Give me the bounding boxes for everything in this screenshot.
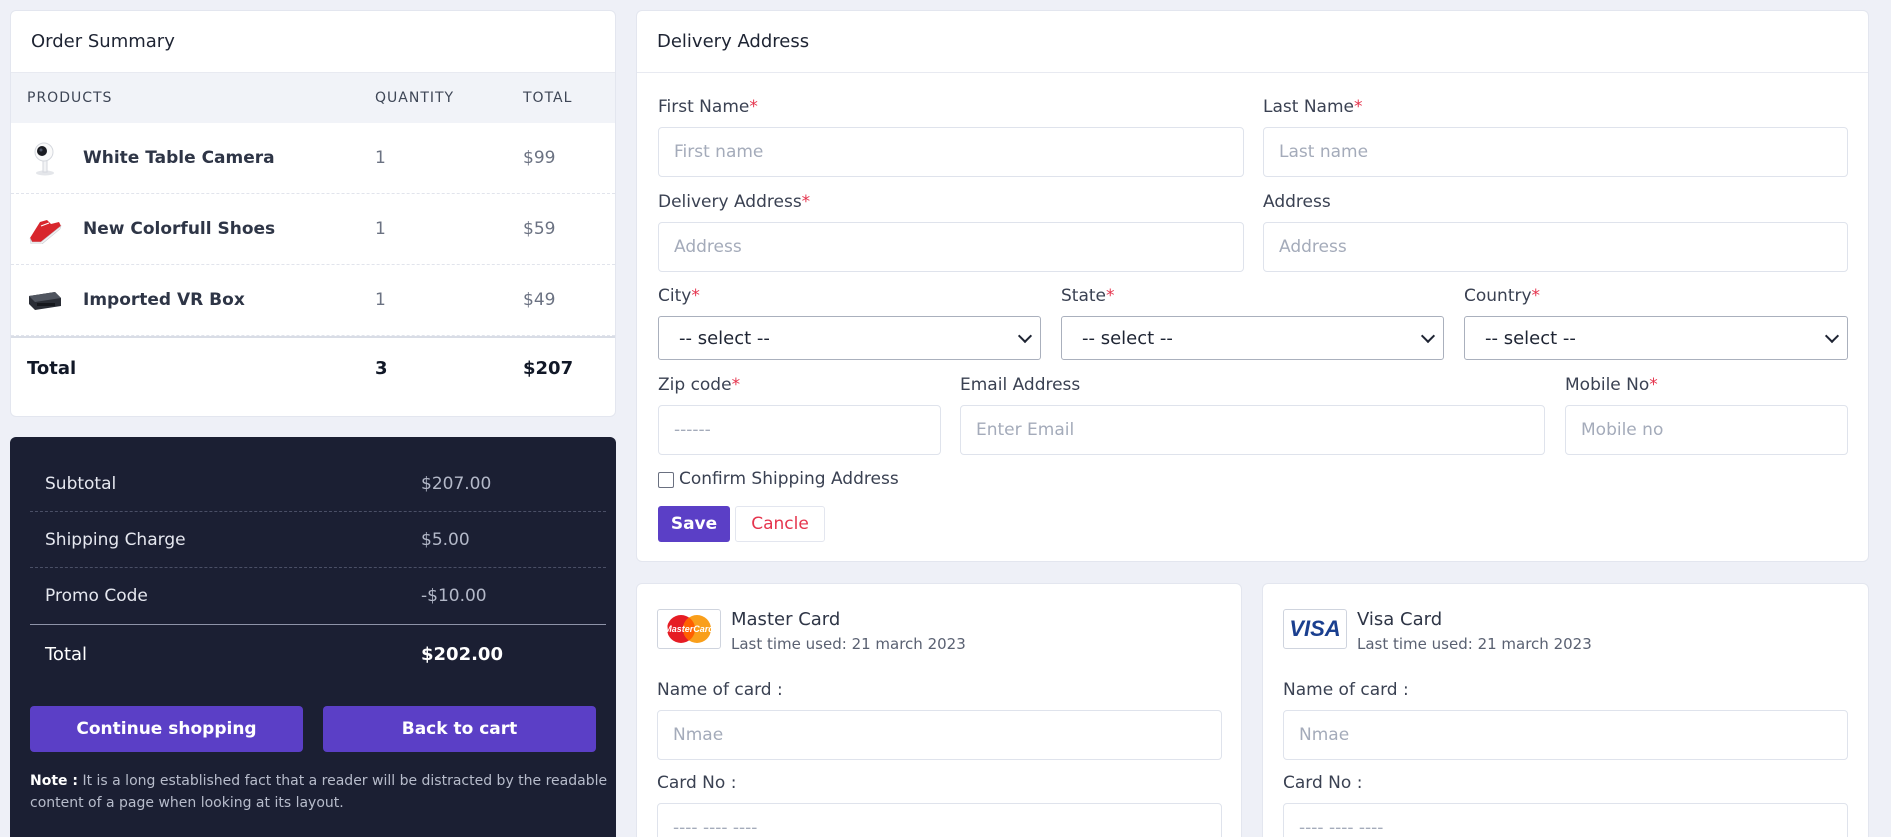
visa-card-last-used: Last time used: 21 march 2023: [1357, 635, 1592, 653]
chevron-down-icon: [1824, 328, 1840, 343]
vr-box-icon: [27, 282, 63, 318]
save-button[interactable]: Save: [658, 506, 730, 542]
note-body: It is a long established fact that a rea…: [30, 773, 608, 811]
table-row: Imported VR Box 1 $49: [11, 265, 615, 336]
state-label: State*: [1061, 286, 1115, 306]
promo-label: Promo Code: [45, 586, 148, 606]
product-total: $99: [523, 148, 556, 168]
delivery-address-input[interactable]: [658, 222, 1244, 272]
mobile-label: Mobile No*: [1565, 375, 1658, 395]
price-summary-panel: Subtotal $207.00 Shipping Charge $5.00 P…: [10, 437, 616, 837]
first-name-input[interactable]: [658, 127, 1244, 177]
order-table: PRODUCTS QUANTITY TOTAL White Table Came…: [11, 73, 615, 399]
visa-card-title: Visa Card: [1357, 609, 1443, 630]
summary-total-label: Total: [45, 644, 88, 665]
master-card-last-used: Last time used: 21 march 2023: [731, 635, 966, 653]
visa-card-number-label: Card No :: [1283, 773, 1363, 793]
country-select[interactable]: -- select --: [1464, 316, 1848, 360]
product-quantity: 1: [375, 219, 386, 239]
chevron-down-icon: [1420, 328, 1436, 343]
visa-logo: VISA: [1283, 609, 1347, 649]
continue-shopping-button[interactable]: Continue shopping: [30, 706, 303, 752]
camera-icon: [27, 140, 63, 176]
address-label: Address: [1263, 192, 1331, 212]
note-text: Note : It is a long established fact tha…: [30, 770, 610, 814]
master-card-number-input[interactable]: [657, 803, 1222, 837]
state-select[interactable]: -- select --: [1061, 316, 1444, 360]
city-label: City*: [658, 286, 700, 306]
mastercard-logo: MasterCard: [657, 609, 721, 649]
zip-input[interactable]: [658, 405, 941, 455]
order-total-qty: 3: [375, 358, 388, 379]
summary-total-value: $202.00: [421, 644, 503, 665]
state-select-value: -- select --: [1082, 327, 1173, 349]
mobile-input[interactable]: [1565, 405, 1848, 455]
order-total-label: Total: [27, 358, 77, 379]
shipping-row: Shipping Charge $5.00: [30, 512, 606, 568]
order-total-row: Total 3 $207: [11, 336, 615, 399]
product-total: $59: [523, 219, 556, 239]
order-summary-title: Order Summary: [11, 11, 615, 73]
country-label: Country*: [1464, 286, 1541, 306]
country-select-value: -- select --: [1485, 327, 1576, 349]
promo-value: -$10.00: [421, 586, 487, 606]
visa-card-number-input[interactable]: [1283, 803, 1848, 837]
shipping-label: Shipping Charge: [45, 529, 186, 550]
confirm-shipping-label: Confirm Shipping Address: [679, 469, 899, 489]
shoe-icon: [27, 211, 63, 247]
first-name-label: First Name*: [658, 97, 758, 117]
order-summary-card: Order Summary PRODUCTS QUANTITY TOTAL Wh…: [10, 10, 616, 417]
promo-row: Promo Code -$10.00: [30, 568, 606, 624]
visa-name-input[interactable]: [1283, 710, 1848, 760]
cancel-button[interactable]: Cancle: [735, 506, 825, 542]
order-total-value: $207: [523, 358, 574, 379]
delivery-address-title: Delivery Address: [637, 11, 1868, 73]
master-name-input[interactable]: [657, 710, 1222, 760]
email-label: Email Address: [960, 375, 1081, 395]
order-table-header: PRODUCTS QUANTITY TOTAL: [11, 73, 615, 123]
subtotal-label: Subtotal: [45, 473, 117, 494]
table-row: White Table Camera 1 $99: [11, 123, 615, 194]
subtotal-value: $207.00: [421, 473, 492, 494]
product-quantity: 1: [375, 148, 386, 168]
last-name-input[interactable]: [1263, 127, 1848, 177]
subtotal-row: Subtotal $207.00: [30, 456, 606, 512]
header-quantity: QUANTITY: [375, 90, 455, 106]
visa-card-panel[interactable]: VISA Visa Card Last time used: 21 march …: [1262, 583, 1869, 837]
master-name-label: Name of card :: [657, 680, 783, 700]
city-select-value: -- select --: [679, 327, 770, 349]
header-products: PRODUCTS: [27, 90, 113, 106]
product-name: White Table Camera: [83, 148, 275, 168]
product-total: $49: [523, 290, 556, 310]
confirm-shipping-checkbox[interactable]: [658, 472, 674, 488]
product-quantity: 1: [375, 290, 386, 310]
header-total: TOTAL: [523, 90, 573, 106]
product-name: New Colorfull Shoes: [83, 219, 276, 239]
master-card-title: Master Card: [731, 609, 841, 630]
chevron-down-icon: [1017, 328, 1033, 343]
last-name-label: Last Name*: [1263, 97, 1363, 117]
address-input[interactable]: [1263, 222, 1848, 272]
email-input[interactable]: [960, 405, 1545, 455]
note-title: Note :: [30, 773, 78, 789]
back-to-cart-button[interactable]: Back to cart: [323, 706, 596, 752]
svg-text:MasterCard: MasterCard: [664, 624, 714, 634]
delivery-address-card: Delivery Address First Name* Last Name* …: [636, 10, 1869, 562]
master-card-panel[interactable]: MasterCard Master Card Last time used: 2…: [636, 583, 1242, 837]
city-select[interactable]: -- select --: [658, 316, 1041, 360]
shipping-value: $5.00: [421, 529, 470, 550]
visa-name-label: Name of card :: [1283, 680, 1409, 700]
product-name: Imported VR Box: [83, 290, 245, 310]
zip-label: Zip code*: [658, 375, 741, 395]
delivery-address-label: Delivery Address*: [658, 192, 811, 212]
summary-total-row: Total $202.00: [30, 624, 606, 684]
master-card-number-label: Card No :: [657, 773, 737, 793]
table-row: New Colorfull Shoes 1 $59: [11, 194, 615, 265]
